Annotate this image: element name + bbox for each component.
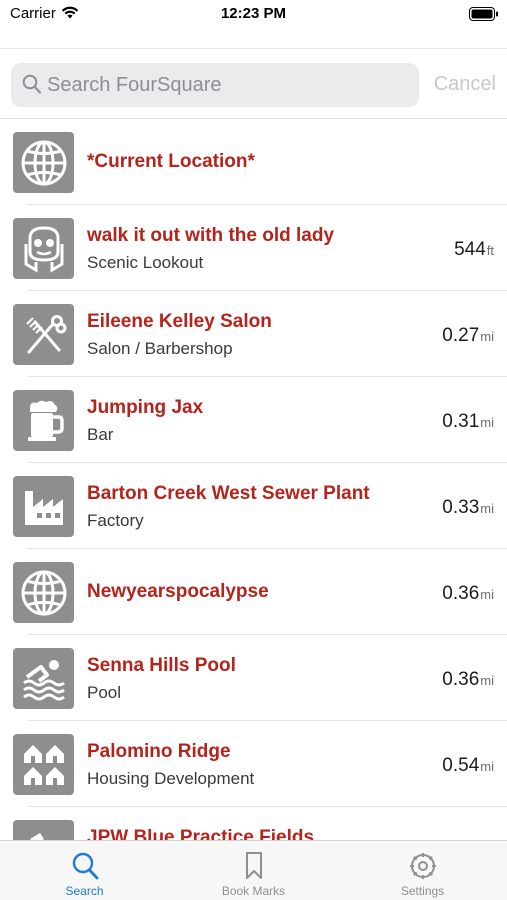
screen: Carrier 12:23 PM Cancel [0, 0, 507, 900]
distance-unit: mi [480, 329, 494, 344]
distance-value: 544 [454, 239, 486, 260]
tab-bar: Search Book Marks Settings [0, 840, 507, 900]
distance-label: 0.27mi [442, 325, 494, 347]
bookmark-icon [245, 852, 262, 879]
distance-label: 0.33mi [442, 497, 494, 519]
distance-unit: mi [480, 759, 494, 774]
distance-unit: mi [480, 673, 494, 688]
distance-value: 0.33 [442, 497, 480, 518]
distance-value: 0.31 [442, 411, 480, 432]
distance-unit: ft [486, 243, 494, 258]
battery-icon [469, 7, 498, 21]
category-label: Bar [87, 425, 114, 444]
list-item[interactable]: JPW Blue Practice Fields [0, 807, 507, 840]
distance-label: 544ft [454, 239, 494, 261]
distance-label: 0.36mi [442, 669, 494, 691]
location-title: JPW Blue Practice Fields [87, 827, 315, 840]
tab-label: Book Marks [221, 884, 286, 898]
list-item[interactable]: *Current Location* [0, 119, 507, 205]
list-item[interactable]: Palomino Ridge Housing Development 0.54m… [0, 721, 507, 807]
location-title: Barton Creek West Sewer Plant [87, 483, 370, 504]
globe-icon [13, 132, 74, 193]
distance-unit: mi [480, 587, 494, 602]
globe-icon [13, 562, 74, 623]
housing-icon [13, 734, 74, 795]
category-label: Factory [87, 511, 144, 530]
search-input[interactable] [47, 69, 407, 101]
tab-book-marks[interactable]: Book Marks [169, 841, 338, 900]
list-item[interactable]: Newyearspocalypse 0.36mi [0, 549, 507, 635]
search-icon [22, 74, 42, 94]
distance-label: 0.54mi [442, 755, 494, 777]
tab-label: Settings [400, 884, 445, 898]
search-icon [72, 852, 98, 880]
search-bar[interactable] [11, 63, 419, 107]
category-label: Scenic Lookout [87, 253, 204, 272]
distance-value: 0.36 [442, 669, 480, 690]
tab-label: Search [65, 884, 104, 898]
distance-unit: mi [480, 415, 494, 430]
distance-value: 0.27 [442, 325, 480, 346]
distance-label: 0.36mi [442, 583, 494, 605]
settings-icon [409, 853, 436, 879]
location-title: Newyearspocalypse [87, 581, 269, 602]
status-time: 12:23 PM [220, 5, 287, 22]
list-item[interactable]: Barton Creek West Sewer Plant Factory 0.… [0, 463, 507, 549]
category-label: Salon / Barbershop [87, 339, 233, 358]
factory-icon [13, 476, 74, 537]
location-title: Eileene Kelley Salon [87, 311, 272, 332]
location-title: Senna Hills Pool [87, 655, 236, 676]
beer-mug-icon [13, 390, 74, 451]
list-item[interactable]: Senna Hills Pool Pool 0.36mi [0, 635, 507, 721]
location-title: Palomino Ridge [87, 741, 231, 762]
list-item[interactable]: Eileene Kelley Salon Salon / Barbershop … [0, 291, 507, 377]
location-title: *Current Location* [87, 151, 255, 172]
tab-search[interactable]: Search [0, 841, 169, 900]
location-title: Jumping Jax [87, 397, 204, 418]
scenic-lookout-icon [13, 218, 74, 279]
distance-value: 0.54 [442, 755, 480, 776]
list-item[interactable]: walk it out with the old lady Scenic Loo… [0, 205, 507, 291]
distance-unit: mi [480, 501, 494, 516]
tab-settings[interactable]: Settings [338, 841, 507, 900]
pool-icon [13, 648, 74, 709]
salon-icon [13, 304, 74, 365]
list-item[interactable]: Jumping Jax Bar 0.31mi [0, 377, 507, 463]
results-list[interactable]: *Current Location* walk it out with the … [0, 118, 507, 840]
cancel-button[interactable]: Cancel [434, 73, 496, 96]
category-label: Housing Development [87, 769, 255, 788]
category-label: Pool [87, 683, 122, 702]
location-title: walk it out with the old lady [87, 225, 335, 246]
status-bar: Carrier 12:23 PM [0, 0, 507, 30]
field-icon [13, 820, 74, 840]
distance-value: 0.36 [442, 583, 480, 604]
search-header: Cancel [0, 48, 507, 118]
distance-label: 0.31mi [442, 411, 494, 433]
